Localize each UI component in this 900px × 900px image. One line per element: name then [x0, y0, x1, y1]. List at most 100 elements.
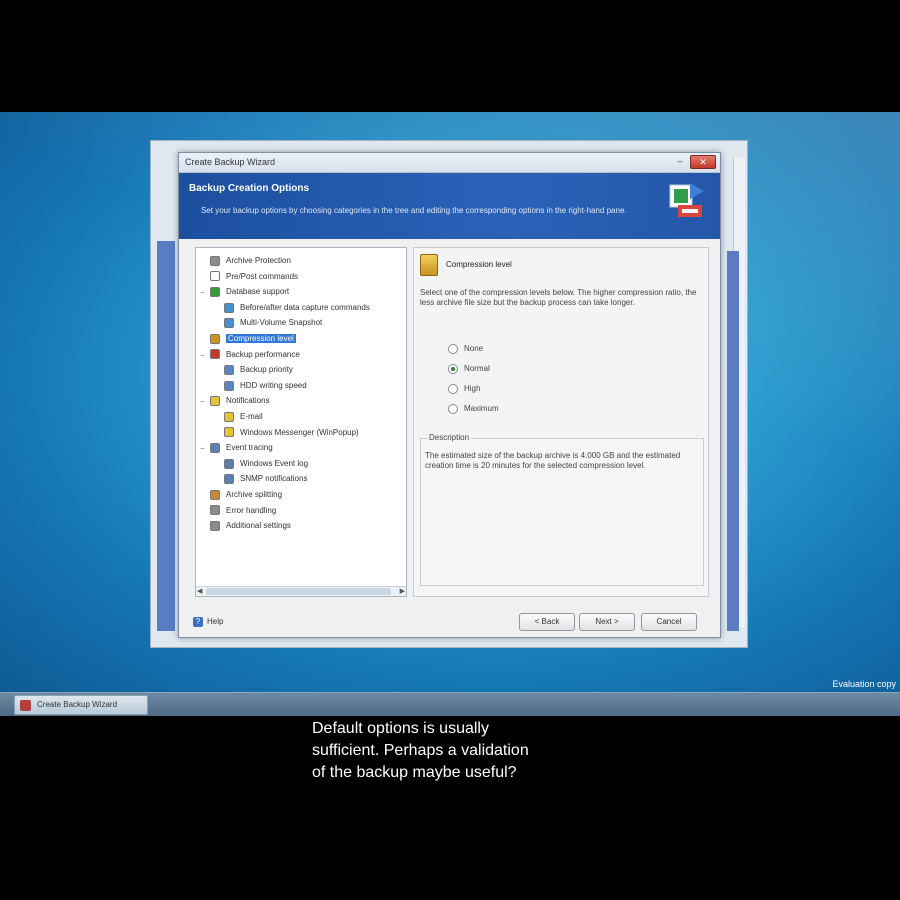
tree-item[interactable]: Backup priority [224, 363, 293, 377]
tree-item-label: Windows Event log [240, 458, 309, 468]
tree-item-icon [210, 489, 220, 500]
radio-button[interactable] [448, 403, 458, 414]
tree-item[interactable]: Archive splitting [210, 488, 282, 502]
tree-item[interactable]: HDD writing speed [224, 379, 307, 393]
tree-item-icon [224, 427, 234, 438]
background-window-panel-right [727, 251, 739, 631]
pane-title: Compression level [446, 260, 512, 269]
back-button[interactable]: < Back [519, 613, 575, 631]
tree-item-label: HDD writing speed [240, 380, 307, 390]
tree-item-label: Backup priority [240, 365, 293, 375]
tree-item-label: Error handling [226, 505, 277, 515]
radio-option-maximum[interactable]: Maximum [448, 402, 499, 416]
backup-wizard-dialog: Create Backup Wizard – ✕ Backup Creation… [178, 152, 721, 638]
subtitle-caption: Default options is usually sufficient. P… [312, 718, 632, 784]
dialog-banner: Backup Creation Options Set your backup … [179, 173, 720, 239]
pane-intro-text: Select one of the compression levels bel… [420, 288, 697, 307]
tree-item[interactable]: Multi-Volume Snapshot [224, 316, 322, 330]
tree-item-icon [210, 255, 220, 266]
caption-line: sufficient. Perhaps a validation [312, 742, 529, 759]
tree-item-icon [224, 318, 234, 329]
tree-item[interactable]: SNMP notifications [224, 472, 307, 486]
compression-icon [420, 254, 438, 276]
tree-item[interactable]: − Database support [200, 285, 290, 299]
tree-item[interactable]: Archive Protection [210, 254, 291, 268]
tree-item-label: Windows Messenger (WinPopup) [240, 427, 359, 437]
tree-item-icon [210, 349, 220, 360]
radio-button[interactable] [448, 343, 458, 354]
tree-item-label: Event tracing [226, 443, 273, 453]
tree-item-label: Before/after data capture commands [240, 302, 370, 312]
app-icon [20, 700, 31, 711]
options-pane: Compression level Select one of the comp… [413, 247, 709, 597]
radio-button[interactable] [448, 383, 458, 394]
tree-item-icon [224, 474, 234, 485]
collapse-icon[interactable]: − [200, 442, 205, 456]
tree-item-label: Archive Protection [226, 256, 291, 265]
tree-item[interactable]: E-mail [224, 410, 263, 424]
tree-item-label: Archive splitting [226, 490, 283, 499]
tree-item-label: Pre/Post commands [226, 271, 299, 281]
banner-subtitle: Set your backup options by choosing cate… [201, 206, 627, 215]
background-window-panel-left [157, 241, 175, 631]
description-legend: Description [427, 433, 472, 442]
taskbar: Create Backup Wizard [0, 692, 900, 716]
radio-option-high[interactable]: High [448, 382, 480, 396]
taskbar-item-backup-wizard[interactable]: Create Backup Wizard [14, 695, 148, 715]
tree-item-icon [210, 287, 220, 298]
collapse-icon[interactable]: − [200, 286, 205, 300]
tree-item-icon [210, 521, 220, 532]
dialog-body: ◀ ▶ Archive Protection Pre/Post commands −… [187, 247, 714, 603]
scrollbar-thumb[interactable] [206, 588, 391, 595]
tree-item-label: Additional settings [226, 521, 291, 531]
dialog-footer: ? Help < Back Next > Cancel [179, 607, 720, 637]
tree-item-label: Backup performance [226, 349, 300, 359]
radio-option-none[interactable]: None [448, 342, 483, 356]
radio-option-normal[interactable]: Normal [448, 362, 490, 376]
scroll-right-icon[interactable]: ▶ [400, 587, 405, 595]
tree-item-label: Multi-Volume Snapshot [240, 318, 323, 328]
banner-heading: Backup Creation Options [189, 183, 310, 194]
tree-item-icon [210, 396, 220, 407]
tree-item-icon [224, 380, 234, 391]
collapse-icon[interactable]: − [200, 349, 205, 363]
help-link[interactable]: ? Help [193, 617, 223, 627]
close-icon[interactable]: ✕ [690, 155, 716, 169]
tree-item[interactable]: − Event tracing [200, 441, 273, 455]
next-button[interactable]: Next > [579, 613, 635, 631]
caption-line: of the backup maybe useful? [312, 764, 517, 781]
tree-item[interactable]: Windows Event log [224, 457, 308, 471]
tree-item[interactable]: Pre/Post commands [210, 270, 298, 284]
tree-item-icon [210, 333, 220, 344]
tree-item[interactable]: Compression level [210, 332, 296, 346]
tree-item[interactable]: Additional settings [210, 519, 291, 533]
tree-item-icon [224, 302, 234, 313]
tree-item-label: Compression level [226, 334, 296, 343]
tree-item-icon [224, 365, 234, 376]
tree-item-icon [224, 411, 234, 422]
scroll-left-icon[interactable]: ◀ [197, 587, 202, 595]
collapse-icon[interactable]: − [200, 395, 205, 409]
tree-item-label: Database support [226, 287, 290, 297]
tree-item[interactable]: Windows Messenger (WinPopup) [224, 426, 359, 440]
help-icon: ? [193, 617, 203, 627]
tree-item-label: SNMP notifications [240, 474, 308, 484]
dialog-titlebar: Create Backup Wizard – ✕ [179, 153, 720, 173]
dialog-title: Create Backup Wizard [185, 157, 276, 167]
radio-button[interactable] [448, 363, 458, 374]
tree-item[interactable]: − Backup performance [200, 348, 300, 362]
wizard-logo-icon [669, 183, 704, 217]
tree-item[interactable]: Before/after data capture commands [224, 301, 370, 315]
tree-item-label: Notifications [226, 396, 270, 406]
tree-horizontal-scrollbar[interactable]: ◀ ▶ [196, 586, 406, 596]
tree-item[interactable]: Error handling [210, 504, 276, 518]
cancel-button[interactable]: Cancel [641, 613, 697, 631]
minimize-icon[interactable]: – [673, 156, 687, 168]
tree-item-icon [210, 443, 220, 454]
tree-item-icon [210, 505, 220, 516]
options-tree[interactable]: ◀ ▶ Archive Protection Pre/Post commands −… [195, 247, 407, 597]
evaluation-watermark: Evaluation copy [832, 679, 896, 689]
tree-item[interactable]: − Notifications [200, 394, 270, 408]
tree-item-icon [224, 458, 234, 469]
caption-line: Default options is usually [312, 720, 489, 737]
